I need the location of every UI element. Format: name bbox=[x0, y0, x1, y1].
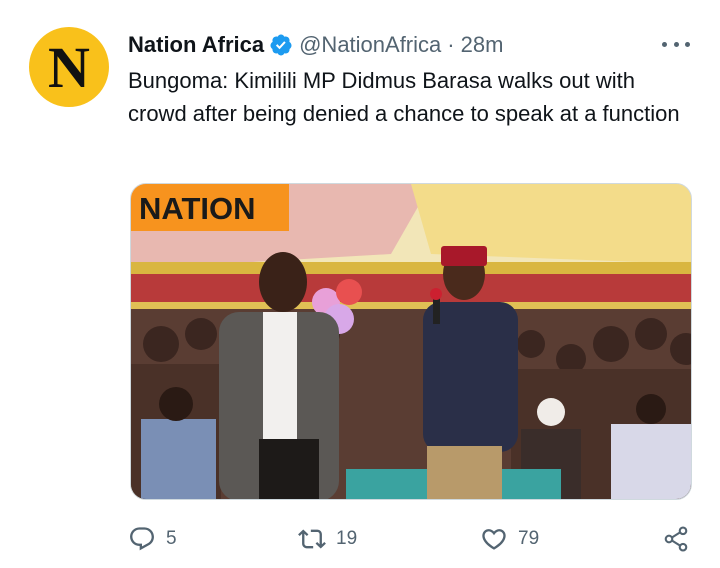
retweet-count: 19 bbox=[336, 528, 358, 549]
like-count: 79 bbox=[518, 528, 540, 549]
tweet-media-image[interactable]: NATION bbox=[130, 183, 692, 500]
tweet-time[interactable]: 28m bbox=[461, 32, 504, 58]
tweet-text: Bungoma: Kimilili MP Didmus Barasa walks… bbox=[128, 68, 680, 126]
avatar[interactable]: N bbox=[29, 27, 109, 107]
tweet-card[interactable]: N Nation Africa @NationAfrica · 28m Bung… bbox=[0, 0, 720, 568]
reply-count: 5 bbox=[166, 528, 177, 549]
share-icon bbox=[664, 526, 688, 552]
retweet-icon bbox=[298, 529, 326, 549]
reply-icon bbox=[130, 527, 154, 551]
author-name[interactable]: Nation Africa bbox=[128, 32, 264, 58]
media-photo: NATION bbox=[131, 184, 691, 499]
verified-badge-icon bbox=[270, 34, 292, 56]
tweet-header: Nation Africa @NationAfrica · 28m bbox=[128, 30, 503, 60]
heart-icon bbox=[482, 529, 506, 550]
author-handle[interactable]: @NationAfrica bbox=[299, 32, 441, 58]
like-button[interactable]: 79 bbox=[480, 522, 539, 556]
action-bar: 5 19 79 bbox=[128, 522, 698, 556]
more-options-icon[interactable] bbox=[662, 34, 690, 54]
separator-dot: · bbox=[447, 32, 455, 57]
nation-watermark: NATION bbox=[139, 191, 256, 226]
retweet-button[interactable]: 19 bbox=[298, 522, 357, 556]
share-button[interactable] bbox=[662, 522, 690, 556]
reply-button[interactable]: 5 bbox=[128, 522, 177, 556]
avatar-letter: N bbox=[48, 35, 90, 100]
